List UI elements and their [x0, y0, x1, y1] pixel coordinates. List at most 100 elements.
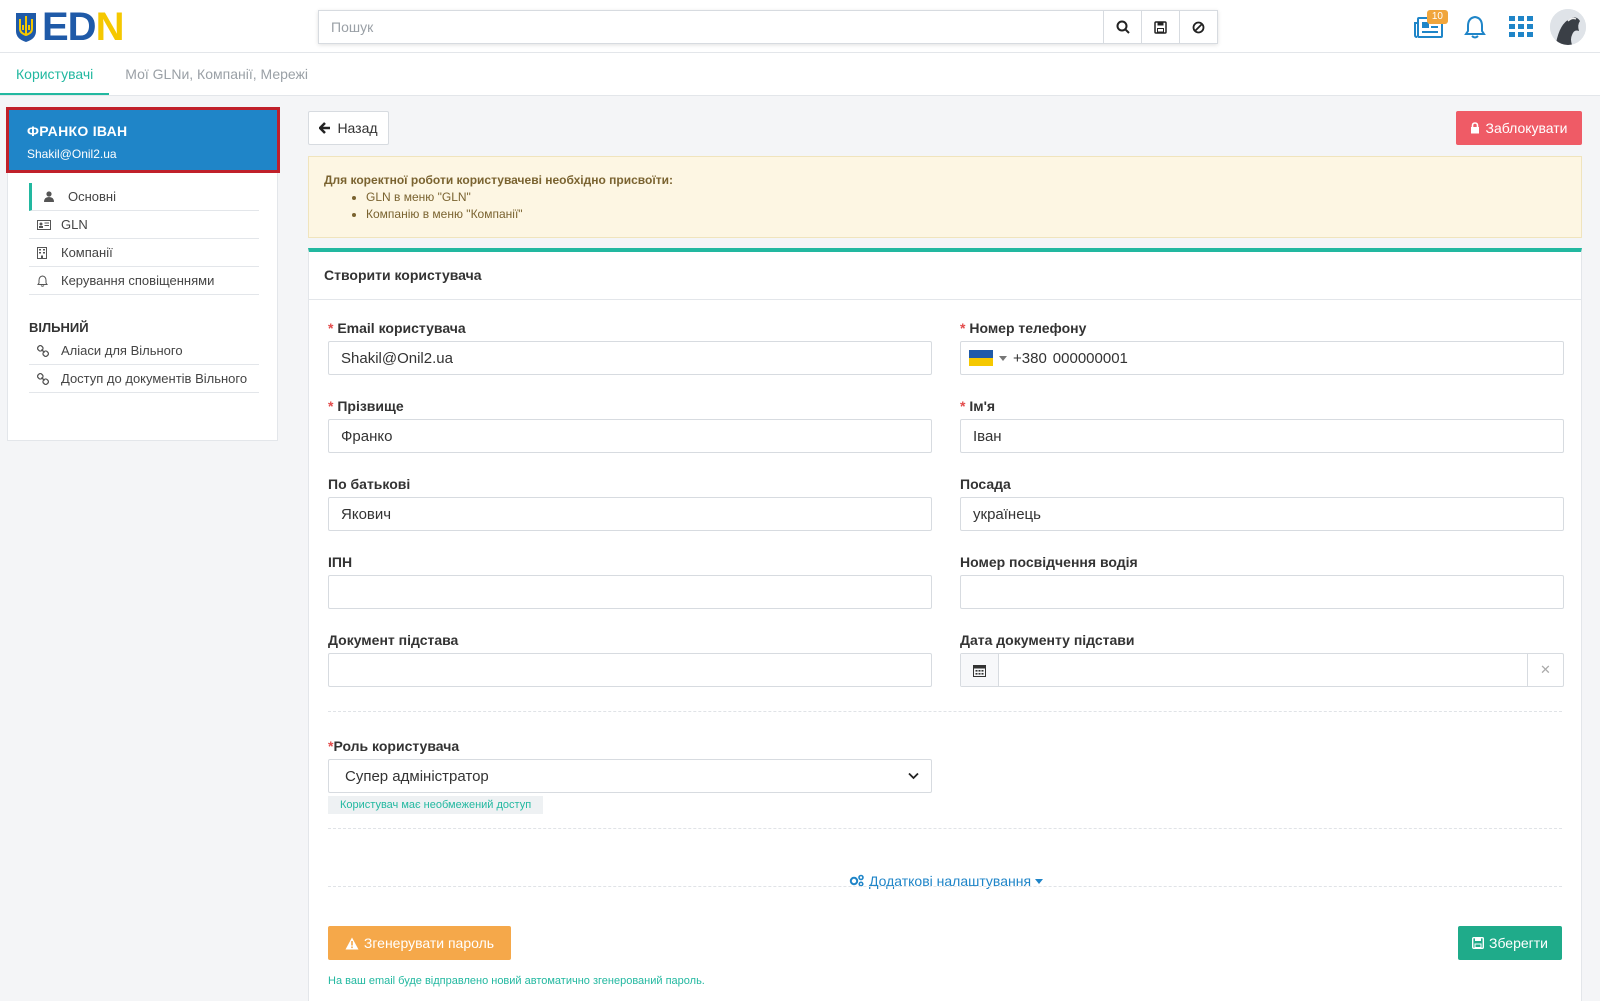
link-icon — [37, 372, 55, 385]
edin-logo[interactable]: EDN — [14, 5, 124, 49]
clear-date-button[interactable]: ✕ — [1527, 654, 1563, 686]
logo-text: EDN — [42, 5, 124, 49]
tab-my-gln[interactable]: Мої GLNи, Компанії, Мережі — [109, 53, 324, 95]
back-button[interactable]: Назад — [308, 111, 389, 145]
patronymic-field[interactable]: Якович — [328, 497, 932, 531]
basis-doc-label: Документ підстава — [328, 632, 459, 648]
avatar-image-icon — [1550, 9, 1586, 45]
sidebar-item-notifications[interactable]: Керування сповіщеннями — [29, 267, 259, 295]
role-selected-value: Супер адміністратор — [345, 767, 489, 785]
ukraine-flag-icon[interactable] — [969, 350, 993, 366]
role-hint: Користувач має необмежений доступ — [328, 796, 544, 814]
ban-icon — [1192, 21, 1205, 33]
role-label: *Роль користувача — [328, 738, 460, 754]
phone-field[interactable]: +380 000000001 — [960, 341, 1564, 375]
block-user-label: Заблокувати — [1485, 120, 1568, 136]
basis-date-picker: ✕ — [960, 653, 1564, 687]
driver-license-label: Номер посвідчення водія — [960, 554, 1138, 570]
generate-password-button[interactable]: Згенерувати пароль — [328, 926, 511, 960]
sidebar-item-label: GLN — [61, 217, 88, 232]
generate-password-label: Згенерувати пароль — [363, 935, 495, 951]
basis-doc-field-group: Документ підстава — [328, 630, 932, 687]
search-icon — [1116, 20, 1130, 34]
position-field-group: Посада українець — [960, 474, 1564, 531]
basis-doc-field[interactable] — [328, 653, 932, 687]
sidebar-item-label: Аліаси для Вільного — [61, 343, 183, 358]
phone-number: 000000001 — [1052, 349, 1128, 367]
calendar-icon — [973, 664, 986, 677]
notifications-button[interactable] — [1452, 8, 1498, 46]
surname-field[interactable]: Франко — [328, 419, 932, 453]
calendar-button[interactable] — [961, 654, 999, 686]
driver-license-field-group: Номер посвідчення водія — [960, 552, 1564, 609]
divider — [328, 711, 1562, 712]
search-button[interactable] — [1103, 11, 1141, 43]
apps-button[interactable] — [1498, 8, 1544, 46]
user-email: Shakil@Onil2.ua — [27, 147, 117, 161]
warning-icon — [345, 937, 359, 949]
user-icon — [44, 191, 62, 202]
create-user-panel: Створити користувача * Email користувача… — [308, 248, 1582, 1001]
divider — [328, 886, 1562, 887]
notice-item: GLN в меню "GLN" — [366, 189, 1566, 206]
sidebar-item-label: Компанії — [61, 245, 113, 260]
generate-password-note: На ваш email буде відправлено новий авто… — [328, 975, 705, 987]
bell-icon — [1464, 15, 1486, 39]
driver-license-field[interactable] — [960, 575, 1564, 609]
save-button-label: Зберегти — [1488, 935, 1548, 951]
sidebar-section-title: ВІЛЬНИЙ — [29, 320, 89, 335]
chevron-down-icon — [908, 772, 919, 780]
sidebar-item-aliases[interactable]: Аліаси для Вільного — [29, 337, 259, 365]
bell-icon — [37, 274, 55, 287]
save-search-button[interactable] — [1141, 11, 1179, 43]
email-field-group: * Email користувача Shakil@Onil2.ua — [328, 318, 932, 375]
save-button[interactable]: Зберегти — [1458, 926, 1562, 960]
first-name-field-group: * Ім'я Іван — [960, 396, 1564, 453]
sidebar-item-basic[interactable]: Основні — [29, 183, 259, 211]
sidebar-menu-vilnyi: Аліаси для Вільного Доступ до документів… — [29, 337, 259, 393]
ipn-field[interactable] — [328, 575, 932, 609]
notice-title: Для коректної роботи користувачеві необх… — [324, 173, 673, 187]
news-button[interactable]: 10 — [1406, 8, 1452, 46]
floppy-icon — [1471, 937, 1484, 949]
news-badge: 10 — [1426, 10, 1448, 24]
top-icons: 10 — [1406, 8, 1586, 46]
divider — [328, 828, 1562, 829]
phone-field-group: * Номер телефону +380 000000001 — [960, 318, 1564, 375]
sidebar-item-label: Доступ до документів Вільного — [61, 371, 248, 386]
email-label: * Email користувача — [328, 320, 466, 336]
chevron-down-icon[interactable] — [999, 355, 1007, 361]
position-label: Посада — [960, 476, 1011, 492]
grid-icon — [1509, 16, 1533, 37]
first-name-field[interactable]: Іван — [960, 419, 1564, 453]
ipn-field-group: ІПН — [328, 552, 932, 609]
basis-date-field[interactable] — [999, 654, 1527, 686]
back-button-label: Назад — [337, 120, 378, 136]
phone-country-code: +380 — [1013, 349, 1047, 367]
email-field[interactable]: Shakil@Onil2.ua — [328, 341, 932, 375]
sidebar-item-companies[interactable]: Компанії — [29, 239, 259, 267]
role-select[interactable]: Супер адміністратор — [328, 759, 932, 793]
trident-icon — [16, 13, 36, 42]
search-input[interactable] — [319, 11, 1103, 43]
tab-users[interactable]: Користувачі — [0, 53, 110, 95]
user-name: ФРАНКО ІВАН — [27, 123, 128, 139]
caret-down-icon — [1034, 879, 1043, 884]
link-icon — [37, 344, 55, 357]
sidebar-item-label: Основні — [68, 189, 116, 204]
basis-date-field-group: Дата документу підстави ✕ — [960, 630, 1564, 687]
sidebar-item-gln[interactable]: GLN — [29, 211, 259, 239]
id-card-icon — [37, 219, 55, 230]
block-user-button[interactable]: Заблокувати — [1456, 111, 1582, 145]
basis-date-label: Дата документу підстави — [960, 632, 1135, 648]
position-field[interactable]: українець — [960, 497, 1564, 531]
first-name-label: * Ім'я — [960, 398, 996, 414]
sidebar-item-doc-access[interactable]: Доступ до документів Вільного — [29, 365, 259, 393]
floppy-icon — [1154, 20, 1167, 34]
section-tabs: Користувачі Мої GLNи, Компанії, Мережі — [0, 53, 1600, 96]
notice-list: GLN в меню "GLN" Компанію в меню "Компан… — [366, 189, 1566, 223]
clear-search-button[interactable] — [1179, 11, 1217, 43]
user-avatar[interactable] — [1550, 9, 1586, 45]
patronymic-label: По батькові — [328, 476, 411, 492]
patronymic-field-group: По батькові Якович — [328, 474, 932, 531]
